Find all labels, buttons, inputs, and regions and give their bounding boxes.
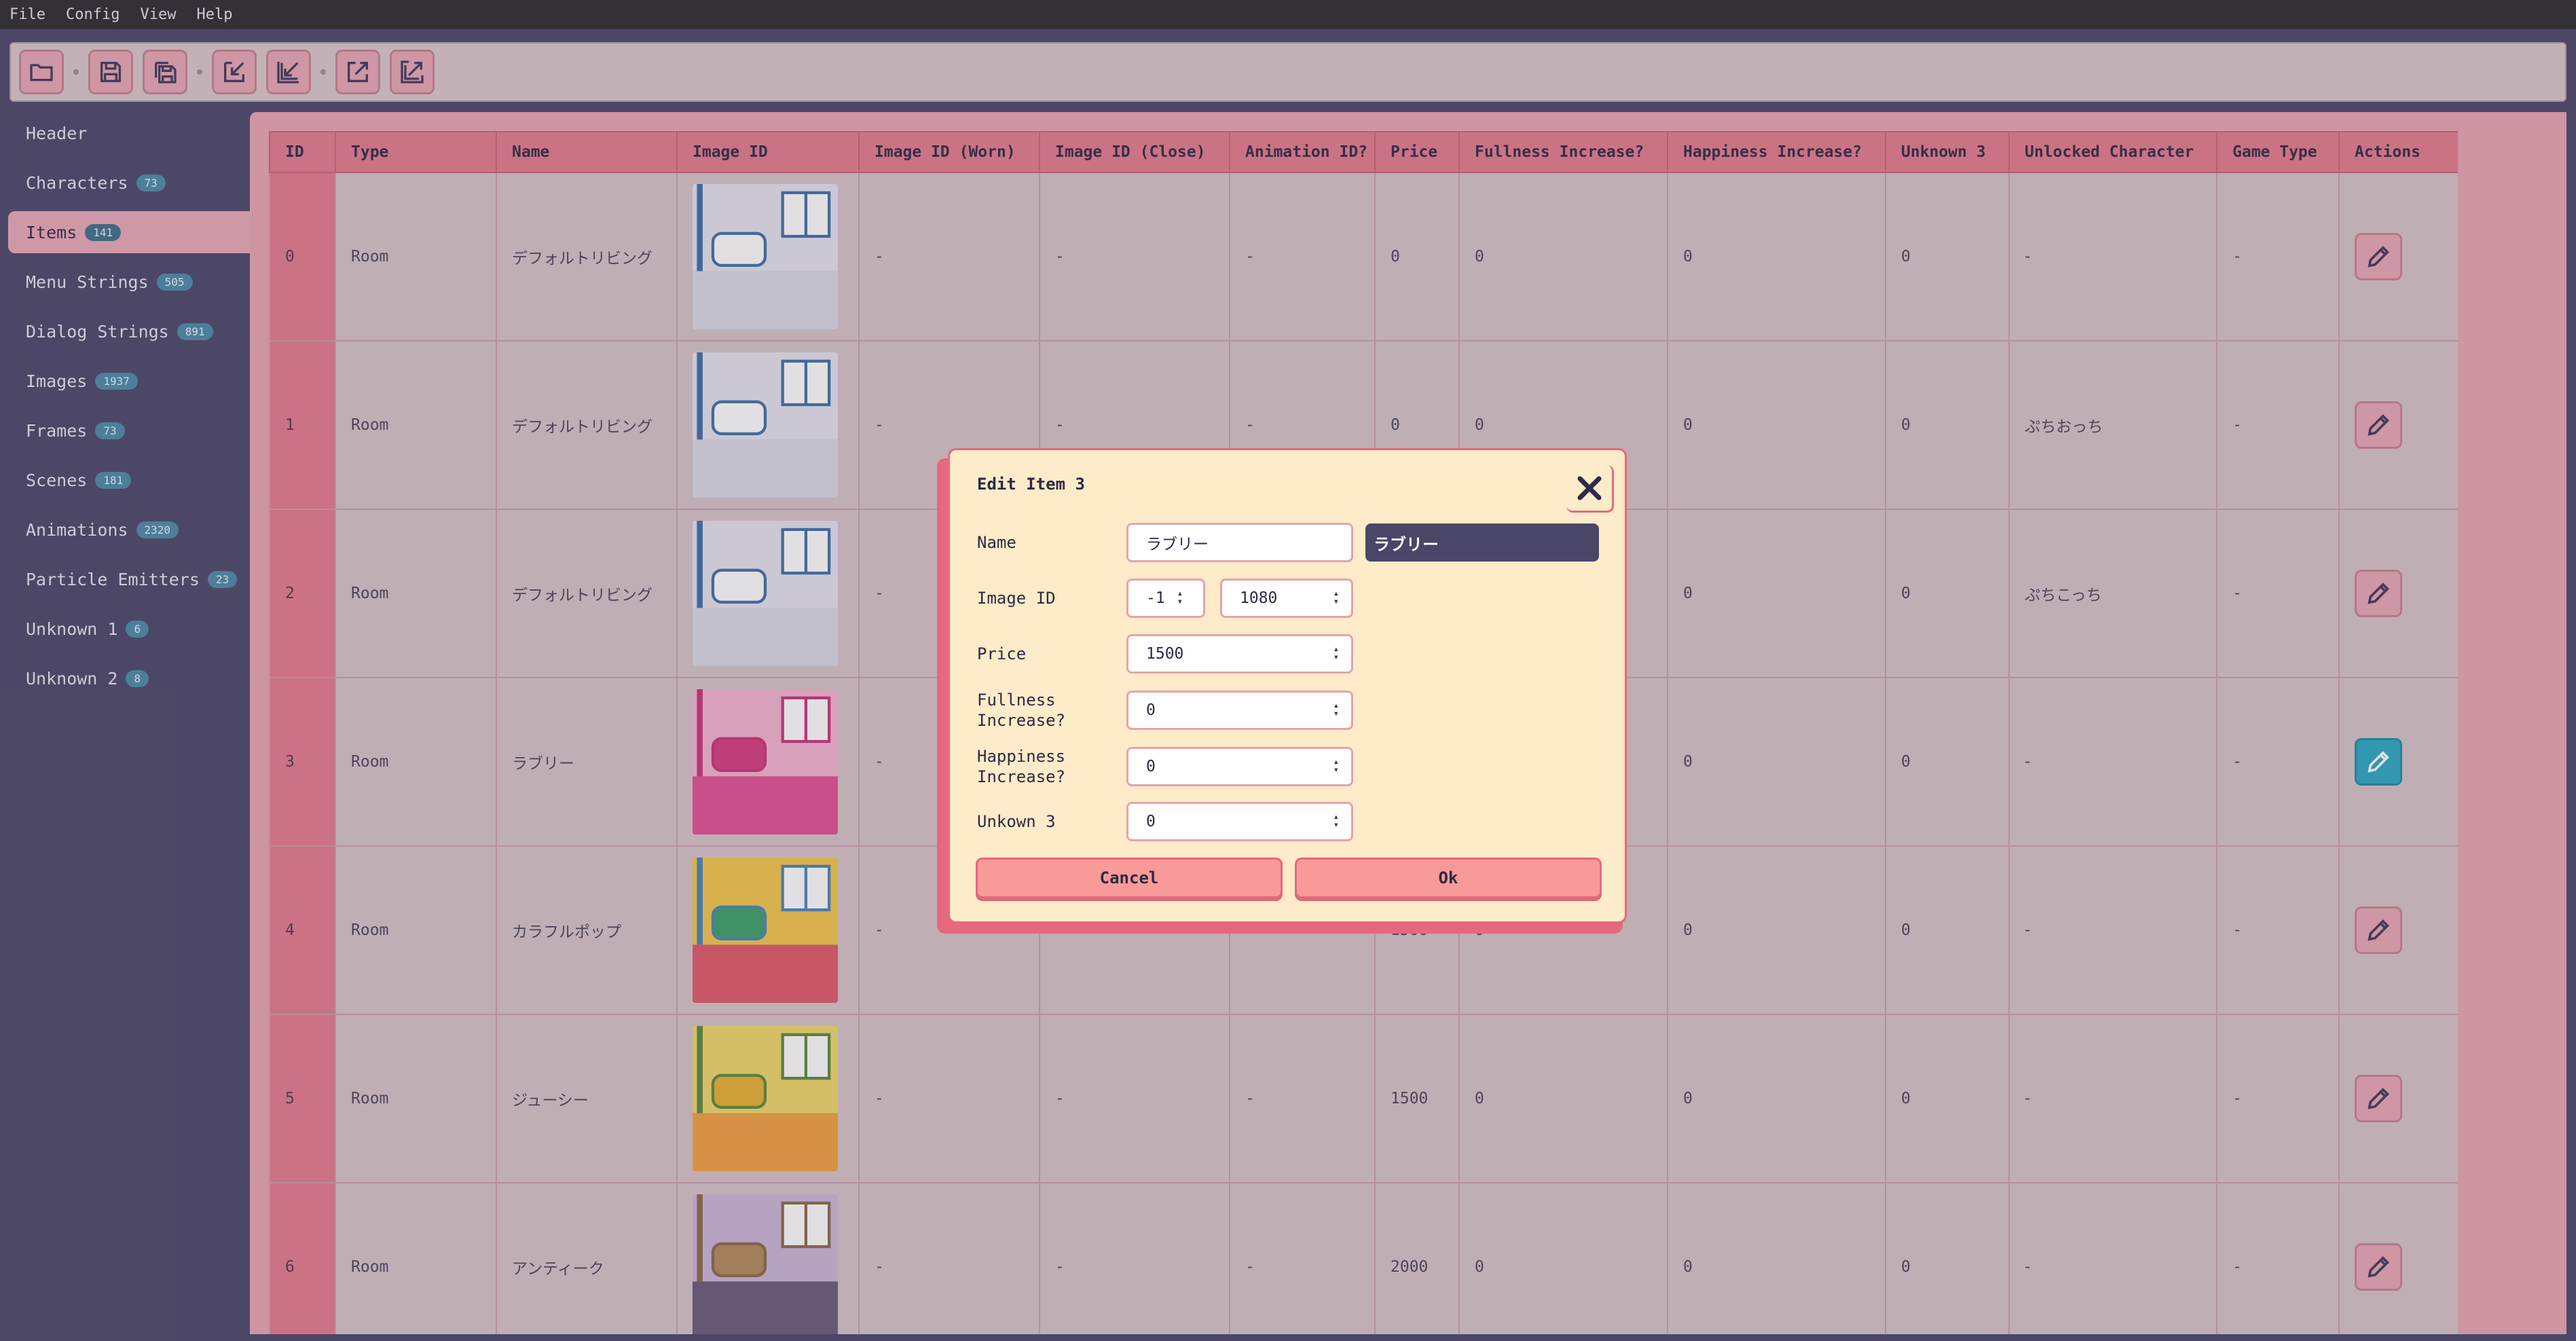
name-label: Name (977, 533, 1016, 552)
spinner-icon[interactable]: ▴ ▾ (1177, 589, 1183, 606)
fullness-row: Fullness Increase? 0 ▴ ▾ (977, 690, 1353, 731)
unknown3-label: Unkown 3 (977, 812, 1056, 831)
unknown3-stepper[interactable]: 0 ▴ ▾ (1126, 802, 1353, 841)
dialog-title: Edit Item 3 (977, 475, 1085, 494)
fullness-stepper[interactable]: 0 ▴ ▾ (1126, 691, 1353, 730)
fullness-value: 0 (1146, 701, 1156, 719)
image-id-a-stepper[interactable]: -1 ▴ ▾ (1126, 578, 1205, 618)
ok-button[interactable]: Ok (1295, 858, 1602, 898)
spinner-icon[interactable]: ▴ ▾ (1333, 812, 1339, 830)
fullness-label: Fullness Increase? (977, 691, 1066, 730)
name-input[interactable]: ラブリー (1126, 523, 1353, 562)
close-icon (1577, 476, 1601, 500)
cancel-button[interactable]: Cancel (976, 858, 1283, 898)
name-preview: ラブリー (1365, 523, 1599, 562)
spinner-icon[interactable]: ▴ ▾ (1333, 644, 1339, 662)
image-id-b-value: 1080 (1240, 589, 1278, 607)
image-id-b-stepper[interactable]: 1080 ▴ ▾ (1220, 578, 1353, 618)
spinner-icon[interactable]: ▴ ▾ (1333, 589, 1339, 606)
spinner-icon[interactable]: ▴ ▾ (1333, 701, 1339, 718)
happiness-value: 0 (1146, 758, 1156, 775)
price-label: Price (977, 644, 1027, 663)
price-row: Price 1500 ▴ ▾ (977, 634, 1353, 674)
price-stepper[interactable]: 1500 ▴ ▾ (1126, 634, 1353, 674)
unknown3-row: Unkown 3 0 ▴ ▾ (977, 802, 1353, 841)
unknown3-value: 0 (1146, 813, 1156, 830)
happiness-label: Happiness Increase? (977, 747, 1066, 786)
spinner-icon[interactable]: ▴ ▾ (1333, 757, 1339, 775)
edit-item-dialog: Edit Item 3 Name ラブリー ラブリー Image ID -1 ▴… (948, 448, 1627, 923)
price-value: 1500 (1146, 645, 1184, 663)
image-id-label: Image ID (977, 589, 1056, 608)
happiness-stepper[interactable]: 0 ▴ ▾ (1126, 747, 1353, 786)
name-row: Name ラブリー ラブリー (977, 523, 1599, 562)
image-id-row: Image ID -1 ▴ ▾ 1080 ▴ ▾ (977, 578, 1353, 618)
happiness-row: Happiness Increase? 0 ▴ ▾ (977, 746, 1353, 787)
image-id-a-value: -1 (1146, 589, 1165, 607)
close-button[interactable] (1566, 465, 1614, 513)
